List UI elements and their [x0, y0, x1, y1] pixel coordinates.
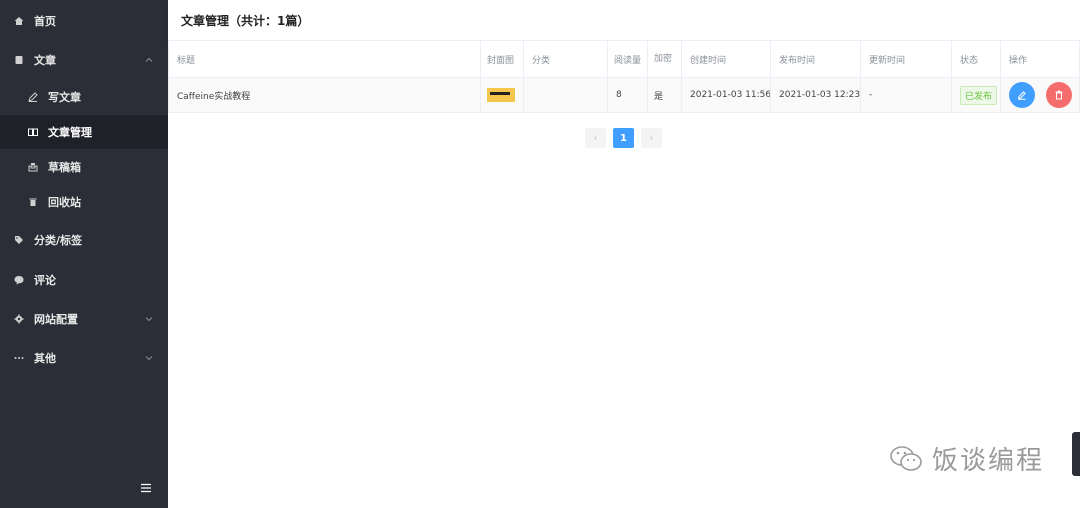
views-cell: 8	[607, 77, 648, 113]
tag-icon	[15, 236, 23, 244]
encrypted-cell: 是	[647, 77, 682, 113]
document-icon	[15, 56, 23, 64]
trash-icon	[1055, 90, 1063, 100]
column-header-cover: 封面图	[480, 40, 524, 78]
chevron-down-icon	[145, 317, 153, 322]
sidebar-item-article-management[interactable]: 文章管理	[0, 115, 168, 149]
actions-cell	[1000, 77, 1080, 113]
article-title[interactable]: Caffeine实战教程	[168, 77, 481, 113]
chevron-down-icon	[145, 356, 153, 361]
sidebar-item-label: 首页	[34, 15, 56, 28]
watermark-text: 饭谈编程	[932, 446, 1045, 476]
delete-button[interactable]	[1045, 82, 1072, 108]
side-widget-tab[interactable]	[1072, 432, 1080, 476]
trash-icon	[29, 198, 37, 206]
sidebar-item-label: 写文章	[48, 91, 81, 104]
sidebar-item-label: 分类/标签	[34, 234, 83, 247]
column-header-views: 阅读量	[607, 40, 648, 78]
column-header-encrypted: 加密	[647, 40, 682, 78]
sidebar-item-write-article[interactable]: 写文章	[0, 80, 168, 114]
published-cell: 2021-01-03 12:23	[770, 77, 861, 113]
column-header-title: 标题	[168, 40, 481, 78]
inbox-icon	[28, 163, 38, 172]
next-page-button[interactable]: ›	[641, 128, 662, 148]
article-table: 标题 封面图 分类 阅读量 加密 创建时间 发布时间 更新时间 状态 操作 Ca…	[168, 40, 1080, 113]
created-cell: 2021-01-03 11:56	[681, 77, 771, 113]
sidebar-item-drafts[interactable]: 草稿箱	[0, 150, 168, 184]
sidebar-item-label: 其他	[34, 352, 56, 365]
sidebar-item-label: 评论	[34, 274, 56, 287]
edit-button[interactable]	[1009, 82, 1035, 108]
page-header: 文章管理（共计：1篇）	[168, 0, 1080, 40]
edit-icon	[1017, 91, 1026, 100]
comment-icon	[14, 276, 24, 285]
book-icon	[28, 128, 38, 136]
sidebar-item-comments[interactable]: 评论	[0, 263, 168, 297]
sidebar-item-categories-tags[interactable]: 分类/标签	[0, 223, 168, 257]
page-title: 文章管理（共计：1篇）	[181, 14, 310, 28]
cover-cell	[480, 77, 524, 113]
sidebar-item-label: 网站配置	[34, 313, 78, 326]
pagination: ‹ 1 ›	[585, 128, 669, 148]
prev-page-button[interactable]: ‹	[585, 128, 606, 148]
sidebar-item-label: 文章管理	[48, 126, 92, 139]
more-icon	[14, 357, 24, 359]
wechat-icon	[890, 445, 922, 471]
chevron-up-icon	[145, 57, 153, 62]
category-cell	[523, 77, 608, 113]
sidebar-item-site-config[interactable]: 网站配置	[0, 302, 168, 336]
column-header-updated: 更新时间	[860, 40, 952, 78]
sidebar-item-articles[interactable]: 文章	[0, 43, 168, 77]
menu-toggle-icon[interactable]	[140, 482, 152, 494]
pen-icon	[28, 92, 38, 102]
gear-icon	[14, 314, 24, 324]
sidebar-item-label: 文章	[34, 54, 56, 67]
status-cell: 已发布	[951, 77, 1001, 113]
home-icon	[14, 17, 24, 25]
cover-thumbnail[interactable]	[487, 88, 515, 102]
column-header-published: 发布时间	[770, 40, 861, 78]
page-number-button[interactable]: 1	[613, 128, 634, 148]
table-row: Caffeine实战教程 8 是 2021-01-03 11:56 2021-0…	[168, 77, 1080, 113]
sidebar-item-home[interactable]: 首页	[0, 4, 168, 38]
sidebar-item-other[interactable]: 其他	[0, 341, 168, 375]
column-header-category: 分类	[523, 40, 608, 78]
column-header-created: 创建时间	[681, 40, 771, 78]
sidebar-item-recycle-bin[interactable]: 回收站	[0, 185, 168, 219]
sidebar-item-label: 草稿箱	[48, 161, 81, 174]
app-root: 首页 文章 写文章 文章管理 草稿箱 回收站 分类/标签 评论 网站配置 其他 …	[0, 0, 1080, 508]
column-header-status: 状态	[951, 40, 1001, 78]
sidebar: 首页 文章 写文章 文章管理 草稿箱 回收站 分类/标签 评论 网站配置 其他	[0, 0, 168, 508]
status-badge: 已发布	[960, 85, 998, 105]
updated-cell: -	[860, 77, 952, 113]
sidebar-item-label: 回收站	[48, 196, 81, 209]
table-header-row: 标题 封面图 分类 阅读量 加密 创建时间 发布时间 更新时间 状态 操作	[168, 40, 1080, 78]
watermark: 饭谈编程	[888, 440, 1044, 477]
main-content: 文章管理（共计：1篇） 标题 封面图 分类 阅读量 加密 创建时间 发布时间 更…	[168, 0, 1080, 508]
column-header-actions: 操作	[1000, 40, 1080, 78]
